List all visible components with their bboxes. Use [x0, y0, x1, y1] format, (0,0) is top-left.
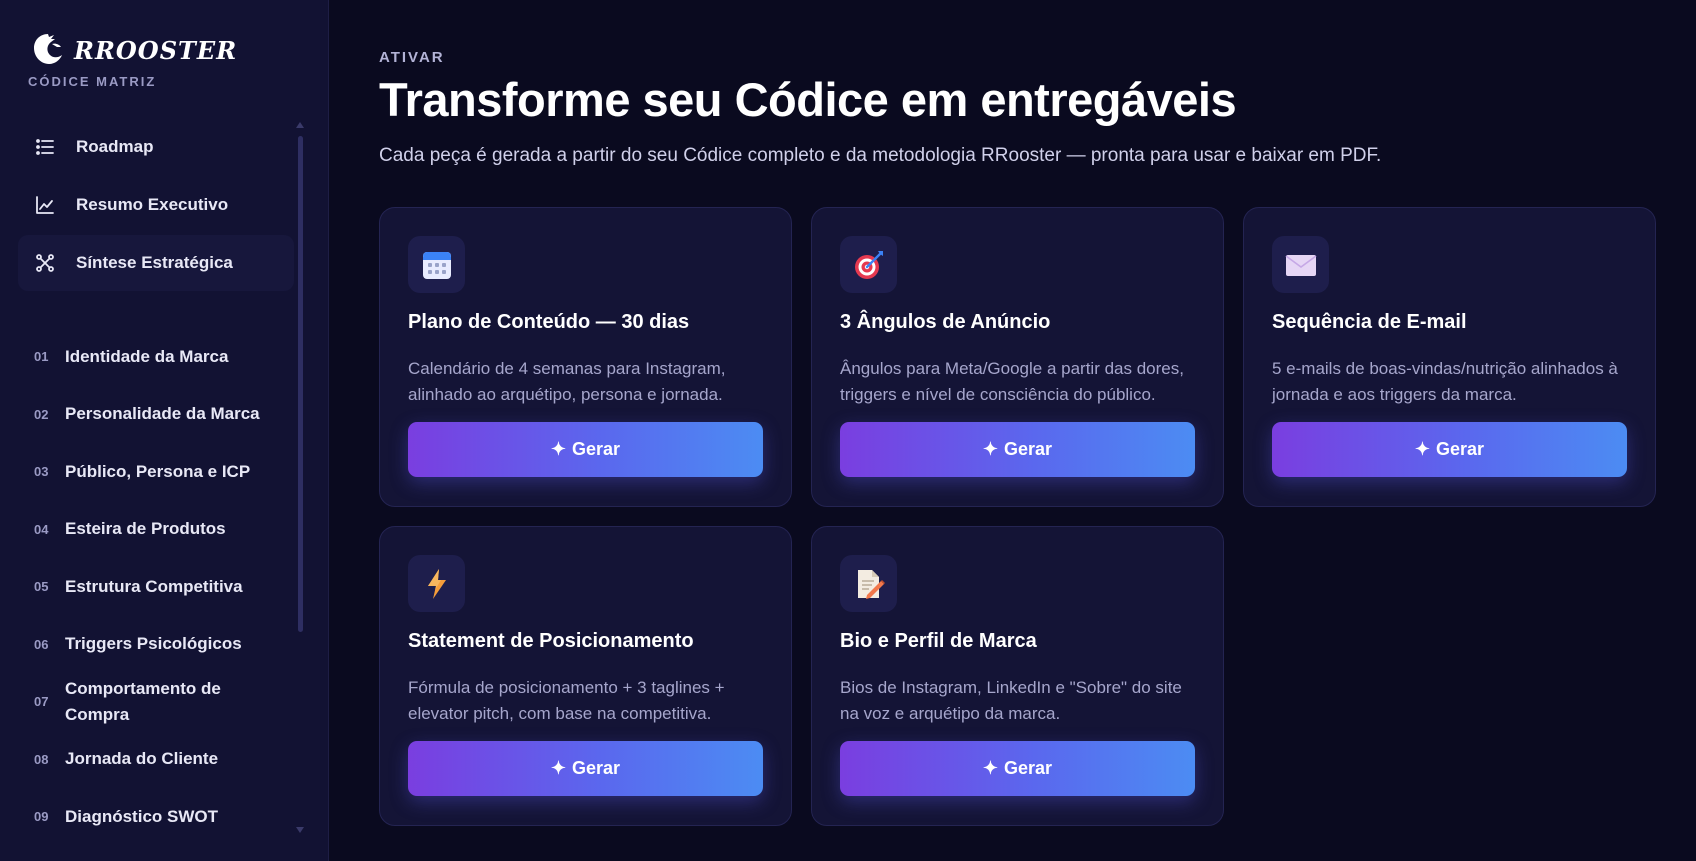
- deliverable-card-content-plan: Plano de Conteúdo — 30 dias Calendário d…: [379, 207, 792, 507]
- sparkle-icon: ✦: [1414, 439, 1431, 459]
- generate-brand-bio-button[interactable]: ✦ Gerar: [840, 741, 1195, 796]
- list-icon: [34, 136, 56, 158]
- sparkle-icon: ✦: [982, 439, 999, 459]
- sparkle-icon: ✦: [550, 439, 567, 459]
- section-label: Esteira de Produtos: [65, 519, 226, 539]
- target-icon: [840, 236, 897, 293]
- section-label: Triggers Psicológicos: [65, 634, 242, 654]
- section-label: Personalidade da Marca: [65, 404, 260, 424]
- brand-subtitle: CÓDICE MATRIZ: [28, 74, 157, 89]
- deliverable-card-positioning-statement: Statement de Posicionamento Fórmula de p…: [379, 526, 792, 826]
- section-item-04[interactable]: 04 Esteira de Produtos: [18, 501, 294, 559]
- card-title: Plano de Conteúdo — 30 dias: [408, 311, 690, 333]
- envelope-icon: [1272, 236, 1329, 293]
- calendar-icon: [408, 236, 465, 293]
- card-title: 3 Ângulos de Anúncio: [840, 311, 1051, 333]
- scrollbar-thumb[interactable]: [298, 136, 303, 632]
- section-number: 07: [34, 694, 49, 710]
- generate-content-plan-button[interactable]: ✦ Gerar: [408, 422, 763, 477]
- section-item-05[interactable]: 05 Estrutura Competitiva: [18, 558, 294, 616]
- section-eyebrow: ATIVAR: [379, 49, 445, 66]
- page-title: Transforme seu Códice em entregáveis: [379, 73, 1237, 126]
- section-number: 02: [34, 406, 49, 422]
- app-window: RROOSTER CÓDICE MATRIZ Roadmap Resumo Ex…: [0, 0, 1696, 861]
- nav-item-sintese-estrategica[interactable]: Síntese Estratégica: [18, 235, 294, 291]
- generate-ad-angles-button[interactable]: ✦ Gerar: [840, 422, 1195, 477]
- document-pen-icon: [840, 555, 897, 612]
- generate-email-sequence-button[interactable]: ✦ Gerar: [1272, 422, 1627, 477]
- section-number: 06: [34, 636, 49, 652]
- generate-positioning-statement-button[interactable]: ✦ Gerar: [408, 741, 763, 796]
- sidebar-scrollbar[interactable]: [296, 122, 304, 833]
- button-label: Gerar: [1004, 439, 1053, 459]
- card-description: Fórmula de posicionamento + 3 taglines +…: [408, 678, 725, 723]
- section-number: 04: [34, 521, 49, 537]
- rooster-logo-icon: [34, 34, 62, 64]
- card-description: Bios de Instagram, LinkedIn e "Sobre" do…: [840, 678, 1182, 723]
- nav-label-resumo-executivo: Resumo Executivo: [76, 195, 229, 214]
- card-title: Statement de Posicionamento: [408, 630, 694, 652]
- section-nav: 01 Identidade da Marca 02 Personalidade …: [18, 328, 294, 846]
- section-number: 08: [34, 751, 49, 767]
- card-description: Ângulos para Meta/Google a partir das do…: [840, 359, 1184, 404]
- card-description: 5 e-mails de boas-vindas/nutrição alinha…: [1272, 359, 1618, 404]
- scroll-up-icon[interactable]: [296, 122, 304, 128]
- nav-item-roadmap[interactable]: Roadmap: [18, 119, 294, 175]
- scroll-down-icon[interactable]: [296, 827, 304, 833]
- section-item-02[interactable]: 02 Personalidade da Marca: [18, 386, 294, 444]
- button-label: Gerar: [1004, 758, 1053, 778]
- section-number: 03: [34, 464, 49, 480]
- card-description: Calendário de 4 semanas para Instagram, …: [408, 359, 726, 404]
- button-label: Gerar: [572, 758, 621, 778]
- section-label: Diagnóstico SWOT: [65, 806, 218, 826]
- deliverable-card-email-sequence: Sequência de E-mail 5 e-mails de boas-vi…: [1243, 207, 1656, 507]
- network-icon: [34, 252, 56, 274]
- nav-label-roadmap: Roadmap: [76, 137, 154, 156]
- sparkle-icon: ✦: [550, 758, 567, 778]
- deliverable-card-ad-angles: 3 Ângulos de Anúncio Ângulos para Meta/G…: [811, 207, 1224, 507]
- main-content: ATIVAR Transforme seu Códice em entregáv…: [329, 0, 1696, 861]
- section-item-07[interactable]: 07 Comportamento de Compra: [18, 673, 294, 731]
- section-label: Comportamento de Compra: [65, 678, 221, 724]
- section-item-09[interactable]: 09 Diagnóstico SWOT: [18, 788, 294, 846]
- sparkle-icon: ✦: [982, 758, 999, 778]
- section-label: Identidade da Marca: [65, 346, 229, 366]
- section-number: 05: [34, 579, 49, 595]
- section-item-01[interactable]: 01 Identidade da Marca: [18, 328, 294, 386]
- button-label: Gerar: [1436, 439, 1485, 459]
- primary-nav: Roadmap Resumo Executivo Síntese Estraté…: [18, 119, 294, 293]
- brand-name: RROOSTER: [74, 35, 238, 65]
- section-label: Jornada do Cliente: [65, 749, 219, 769]
- section-number: 01: [34, 349, 49, 365]
- card-title: Bio e Perfil de Marca: [840, 630, 1037, 652]
- card-title: Sequência de E-mail: [1272, 311, 1467, 333]
- nav-label-sintese-estrategica: Síntese Estratégica: [76, 253, 233, 272]
- section-item-08[interactable]: 08 Jornada do Cliente: [18, 731, 294, 789]
- section-label: Público, Persona e ICP: [65, 461, 251, 481]
- sidebar: RROOSTER CÓDICE MATRIZ Roadmap Resumo Ex…: [0, 0, 329, 861]
- deliverable-card-brand-bio: Bio e Perfil de Marca Bios de Instagram,…: [811, 526, 1224, 826]
- brand[interactable]: RROOSTER CÓDICE MATRIZ: [28, 30, 237, 89]
- chart-line-icon: [34, 194, 56, 216]
- page-subtitle: Cada peça é gerada a partir do seu Códic…: [379, 145, 1382, 166]
- section-label: Estrutura Competitiva: [65, 576, 243, 596]
- button-label: Gerar: [572, 439, 621, 459]
- lightning-icon: [408, 555, 465, 612]
- nav-item-resumo-executivo[interactable]: Resumo Executivo: [18, 177, 294, 233]
- section-number: 09: [34, 809, 49, 825]
- section-item-06[interactable]: 06 Triggers Psicológicos: [18, 616, 294, 674]
- section-item-03[interactable]: 03 Público, Persona e ICP: [18, 443, 294, 501]
